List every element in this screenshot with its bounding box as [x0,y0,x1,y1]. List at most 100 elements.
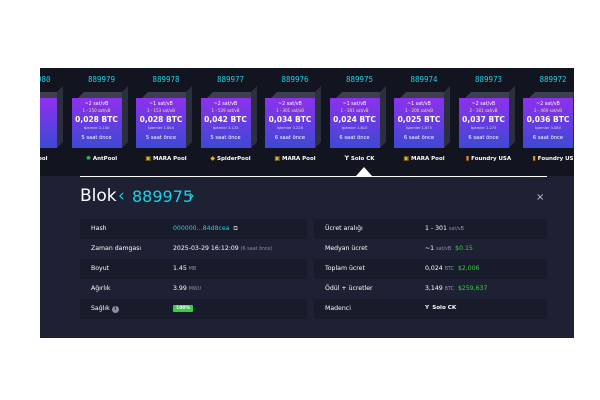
fee-span-value: 1 - 301 sat/vB [425,225,464,232]
reward-value: 3,149 BTC $259,637 [425,285,487,292]
health-badge: 100% [173,305,194,312]
block-pool-label: Foundry USA [471,156,512,162]
block-fee-range: 1 - 529 sat/vB [211,108,240,113]
median-fee-unit: sat/vB [436,247,452,252]
hash-link[interactable]: 000000…84d8cea [173,225,230,232]
block-pool-label: SpiderPool [216,156,251,162]
block-pool-name[interactable]: ▣ MARA Pool [134,155,198,162]
block-tx-count: İşlemler 3.080 [535,126,561,130]
block-item[interactable]: 889975 ~1 sat/vB 1 - 301 sat/vB 0,024 BTC İş… [328,68,392,176]
block-tx-count: İşlemler 3.228 [277,126,303,130]
next-block-chevron-icon[interactable]: › [188,186,195,206]
block-pool-name[interactable]: ✺ AntPool [70,155,134,162]
fee-span-unit: sat/vB [448,227,464,232]
block-time-ago: 6 saat önce [468,135,499,141]
block-pool-label: AntPool [92,156,118,162]
block-height-link[interactable]: 889977 [199,75,263,84]
size-unit: MB [188,267,197,272]
block-tx-count: İşlemler 2.140 [83,126,110,130]
hash-label: Hash [91,225,107,232]
info-icon[interactable]: i [111,306,119,313]
block-item[interactable]: 889977 ~2 sat/vB 1 - 529 sat/vB 0,042 BTC İş… [199,68,263,176]
block-total-fees: 0,042 BTC [204,115,247,124]
median-fee-label: Medyan ücret [325,245,368,252]
close-icon[interactable]: × [536,192,544,203]
block-cube-face: ~2 sat/vB 2 - 301 sat/vB 0,037 BTC İşlemler… [458,98,509,148]
block-item[interactable]: 889972 ~2 sat/vB 2 - 469 sat/vB 0,036 BTC İş… [521,68,574,176]
median-fee-value: ~1 sat/vB $0.15 [425,245,473,252]
miner-link[interactable]: Solo CK [432,305,456,311]
block-item[interactable]: 889973 ~2 sat/vB 2 - 301 sat/vB 0,037 BTC İş… [457,68,521,176]
block-fee-range: 1 - 153 sat/vB [147,108,175,113]
block-pool-name[interactable]: ▮ Foundry US [521,155,574,162]
mara-pool-icon: ▣ [403,155,410,162]
block-pool-name[interactable]: ◆ SpiderPool [199,155,263,162]
reward-unit: BTC [444,287,454,292]
block-pool-name[interactable]: ▣ MARA Pool [392,155,456,162]
timestamp-row: Zaman damgası 2025-03-29 16:12:09 (6 saa… [80,239,307,259]
block-total-fees: 0,028 BTC [75,115,118,124]
size-value: 1.45 MB [173,265,196,272]
block-height-link[interactable]: 889972 [521,75,574,84]
block-item[interactable]: 889980 BTC ▣Pool [40,68,69,176]
block-item[interactable]: 889979 ~2 sat/vB 1 - 250 sat/vB 0,028 BTC İş… [70,68,134,176]
block-height-link[interactable]: 889974 [392,75,456,84]
block-cube-face: ~1 sat/vB 1 - 301 sat/vB 0,024 BTC İşlemler… [329,98,380,148]
block-total-fees: 0,034 BTC [268,115,312,124]
spiderpool-icon: ◆ [210,155,215,162]
block-height-link[interactable]: 889973 [457,75,521,84]
block-time-ago: 6 saat önce [403,135,435,141]
block-time-ago: 6 saat önce [532,135,564,141]
block-pool-label: MARA Pool [153,156,187,162]
block-height-link[interactable]: 889975 [328,75,392,84]
block-cube-side [121,86,128,148]
block-tx-count: İşlemler 1.875 [406,126,432,130]
block-cube-side [57,86,63,148]
timestamp-date: 2025-03-29 16:12:09 [173,245,239,252]
block-height-link[interactable]: 889980 [40,75,69,84]
copy-icon[interactable]: ⧉ [234,225,238,232]
solo-ck-icon: ϒ [425,305,430,311]
size-number: 1.45 [173,265,187,272]
miner-value: ϒ Solo CK [425,305,456,311]
block-cube-face: BTC [40,98,57,148]
block-median-fee: ~2 sat/vB [536,102,560,107]
block-cube-face: ~2 sat/vB 1 - 301 sat/vB 0,034 BTC İşlemler… [265,98,315,148]
block-fee-range: 2 - 469 sat/vB [534,108,562,113]
block-item[interactable]: 889978 ~1 sat/vB 1 - 153 sat/vB 0,028 BTC İş… [134,68,198,176]
total-fee-usd: $2,006 [457,265,480,272]
block-median-fee: ~1 sat/vB [342,102,367,107]
block-median-fee: ~2 sat/vB [471,102,496,107]
reward-label: Ödül + ücretler [325,285,373,292]
chain-divider [80,176,547,177]
weight-label: Ağırlık [91,285,111,292]
block-time-ago: 5 saat önce [145,135,177,141]
block-pool-name[interactable]: ϒ Solo CK [328,155,392,162]
previous-block-chevron-icon[interactable]: ‹ [118,186,125,206]
block-detail-panel: 889980 BTC ▣Pool889979~2 sat/vB1 - 250 sat… [40,68,574,338]
health-value: 100% [173,304,194,312]
selected-block-caret [356,167,372,176]
block-height-link[interactable]: 889979 [70,75,134,84]
timestamp-ago: (6 saat önce) [240,247,273,252]
median-fee-usd: $0.15 [455,245,473,252]
reward-usd: $259,637 [457,285,488,292]
block-height-link[interactable]: 889978 [134,75,198,84]
block-pool-name[interactable]: ▣ MARA Pool [263,155,327,162]
total-fee-value: 0,024 BTC $2,006 [425,265,480,272]
block-tx-count: İşlemler 2.275 [470,126,497,130]
block-time-ago: 6 saat önce [274,135,306,141]
block-pool-name[interactable]: ▣Pool [40,155,69,162]
block-pool-name[interactable]: ▮ Foundry USA [457,155,521,162]
antpool-icon: ✺ [85,155,91,162]
foundry-usa-icon: ▮ [465,155,470,162]
block-item[interactable]: 889976 ~2 sat/vB 1 - 301 sat/vB 0,034 BTC İş… [263,68,327,176]
block-item[interactable]: 889974 ~1 sat/vB 1 - 200 sat/vB 0,025 BTC İş… [392,68,456,176]
block-fee-range: 1 - 301 sat/vB [276,108,304,113]
health-label: Sağlık i [91,305,119,313]
mara-pool-icon: ▣ [145,155,152,162]
block-height-title: 889975 [132,187,194,206]
fee-span-number: 1 - 301 [425,225,447,232]
reward-row: Ödül + ücretler 3,149 BTC $259,637 [314,279,547,299]
block-height-link[interactable]: 889976 [263,75,327,84]
